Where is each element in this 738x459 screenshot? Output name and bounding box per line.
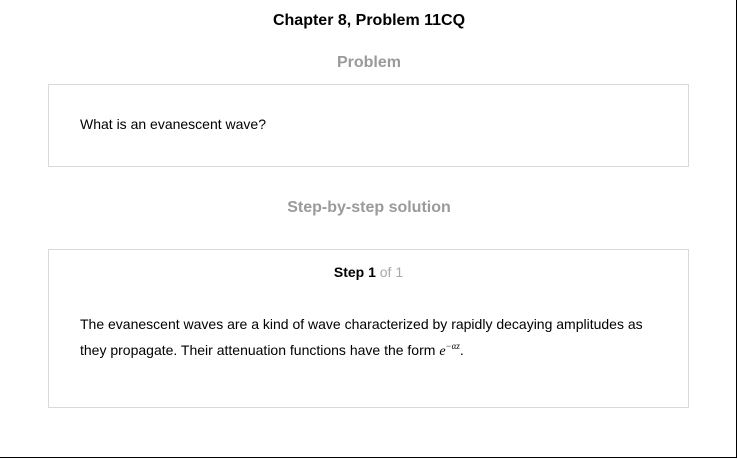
problem-text: What is an evanescent wave? — [80, 116, 266, 132]
formula-exponent: −αz — [445, 341, 460, 351]
step-label: Step 1 of 1 — [49, 264, 688, 280]
step-card: Step 1 of 1 The evanescent waves are a k… — [48, 249, 689, 408]
problem-card: What is an evanescent wave? — [48, 84, 689, 167]
solution-text-line1: The evanescent waves are a kind of wave … — [80, 316, 643, 332]
step-count: of 1 — [379, 264, 404, 280]
chapter-title: Chapter 8, Problem 11CQ — [272, 12, 466, 29]
solution-text: The evanescent waves are a kind of wave … — [80, 313, 670, 363]
solution-text-line2: they propagate. Their attenuation functi… — [80, 342, 436, 358]
solution-text-end: . — [459, 342, 464, 358]
problem-heading: Problem — [336, 54, 401, 71]
attenuation-formula: e−αz — [439, 341, 460, 359]
step-number: Step 1 — [333, 264, 376, 280]
solution-heading: Step-by-step solution — [287, 199, 451, 216]
